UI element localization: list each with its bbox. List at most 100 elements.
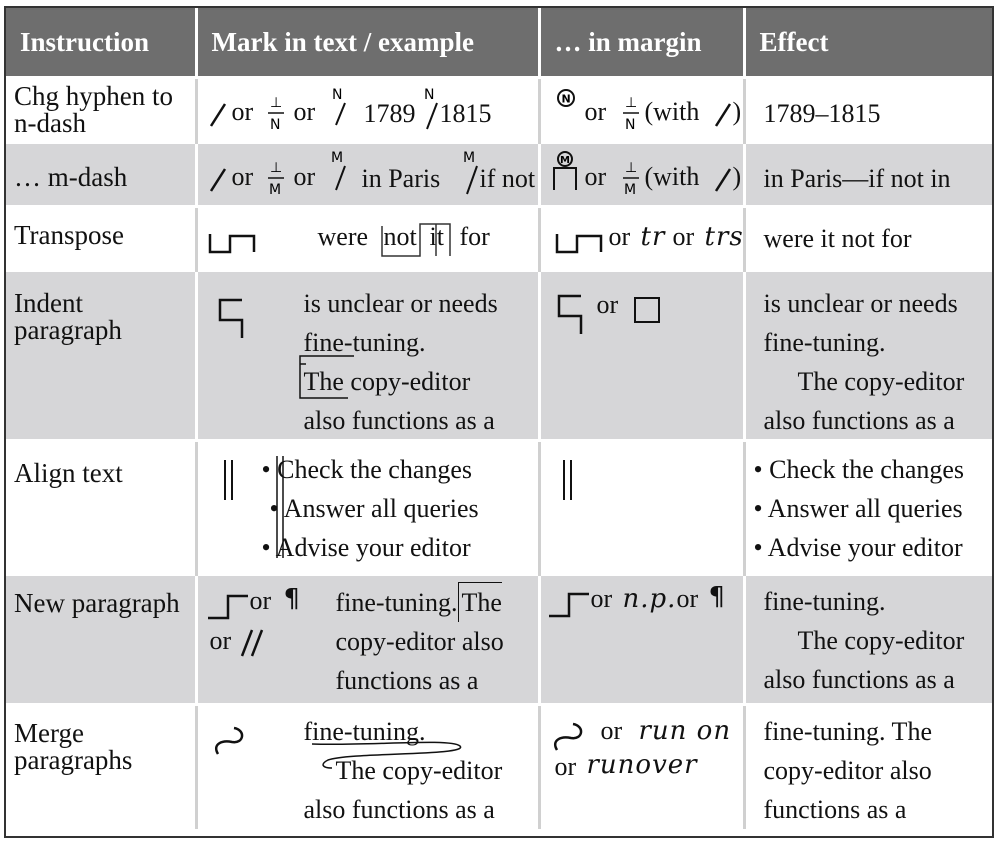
instruction-cell: Indent paragraph xyxy=(6,269,198,441)
align-mark-icon xyxy=(223,460,233,500)
svg-text:⊥: ⊥ xyxy=(625,95,637,111)
effect-cell: in Paris—if not in xyxy=(744,141,992,207)
table-row: Merge paragraphs fine-tuning. The copy-e… xyxy=(6,703,992,829)
mark-cell: were not it for xyxy=(196,205,541,271)
effect-cell: is unclear or needs fine-tuning. The cop… xyxy=(744,269,992,441)
or-label: or xyxy=(600,716,623,745)
margin-cell: M or ⊥ M (with ) xyxy=(539,141,746,207)
close-paren: ) xyxy=(732,97,742,126)
or-label: or xyxy=(249,586,272,615)
svg-text:N: N xyxy=(625,117,635,133)
table-row: New paragraph or ¶ or fine-tuning. The co… xyxy=(6,573,992,705)
svg-text:N: N xyxy=(332,87,342,103)
example-line: also functions as a xyxy=(303,795,495,824)
svg-text:⊥: ⊥ xyxy=(270,160,282,176)
runover-abbrev: runover xyxy=(586,750,698,780)
header-mark: Mark in text / example xyxy=(196,8,541,78)
dash-correction-mark-icon: N xyxy=(424,87,438,130)
mark-cell: or ⊥ N or N 1789 N 1815 xyxy=(196,76,541,143)
svg-text:M: M xyxy=(624,182,636,198)
instruction-cell: Align text xyxy=(6,439,198,575)
effect-line: is unclear or needs xyxy=(763,289,958,318)
effect-line: • Advise your editor xyxy=(753,533,963,562)
example-word: for xyxy=(459,222,490,251)
example-end: 1815 xyxy=(439,99,492,128)
table-row: Transpose were not it for or tr or trs w… xyxy=(6,205,992,271)
run-on-mark-icon xyxy=(553,722,582,751)
slash-mark-icon xyxy=(209,103,226,127)
effect-line: also functions as a xyxy=(763,406,955,435)
align-lines-in-text-icon xyxy=(275,456,284,558)
mark-cell: • Check the changes • Answer all queries… xyxy=(196,439,541,575)
indent-mark-icon xyxy=(557,294,582,334)
instruction-cell: Merge paragraphs xyxy=(6,703,198,829)
table-row: Align text • Check the changes • Answer … xyxy=(6,439,992,575)
instruction-cell: Chg hyphen to n-dash xyxy=(6,76,198,143)
close-paren: ) xyxy=(732,162,742,191)
svg-text:M: M xyxy=(331,150,343,166)
or-label: or xyxy=(293,97,316,126)
example-line: copy-editor also xyxy=(335,627,504,656)
effect-line: The copy-editor xyxy=(797,367,965,396)
example-text: fine-tuning. The copy-editor also functio… xyxy=(336,582,504,700)
svg-text:N: N xyxy=(270,117,280,133)
example-text: • Check the changes • Answer all queries… xyxy=(262,450,479,567)
example-start: in Paris xyxy=(361,164,441,193)
instruction-cell: New paragraph xyxy=(6,573,198,705)
or-label: or xyxy=(676,584,699,613)
new-paragraph-mark-icon xyxy=(207,594,248,620)
header-instruction: Instruction xyxy=(6,8,198,78)
svg-text:M: M xyxy=(269,182,281,198)
example-line: also functions as a xyxy=(303,406,495,435)
mark-cell: or ¶ or fine-tuning. The copy-editor also… xyxy=(196,573,541,705)
effect-line: fine-tuning. xyxy=(763,328,886,357)
instruction-cell: Transpose xyxy=(6,205,198,271)
example-line: fine-tuning. The xyxy=(336,582,504,622)
margin-cell: or run on or runover xyxy=(539,703,746,829)
table-row: Chg hyphen to n-dash or ⊥ N or N 1789 N 1… xyxy=(6,76,992,143)
new-paragraph-mark-icon xyxy=(548,592,589,618)
slash-mark-icon xyxy=(714,103,731,127)
double-slash-icon xyxy=(240,629,263,657)
m-over-slash-mark-icon: M xyxy=(331,150,346,191)
svg-text:N: N xyxy=(424,87,434,103)
or-label: or xyxy=(672,222,695,251)
trs-abbrev: trs xyxy=(704,222,744,252)
effect-line: also functions as a xyxy=(763,665,955,694)
svg-text:N: N xyxy=(561,93,570,106)
n-over-slash-mark-icon: N xyxy=(332,87,346,126)
proof-marks-table: Instruction Mark in text / example … in … xyxy=(6,8,992,829)
effect-cell: fine-tuning. The copy-editor also functi… xyxy=(744,573,992,705)
or-label: or xyxy=(293,162,316,191)
effect-line: functions as a xyxy=(763,795,907,824)
with-label: (with xyxy=(644,162,700,191)
circled-m-icon: M xyxy=(552,151,577,190)
dash-correction-mark-icon: M xyxy=(463,150,478,195)
or-label: or xyxy=(608,222,631,251)
example-line: • Check the changes xyxy=(261,455,473,484)
run-on-connector-icon xyxy=(311,741,461,769)
margin-cell: or xyxy=(539,269,746,441)
effect-text: were it not for xyxy=(763,224,912,253)
effect-line: • Answer all queries xyxy=(753,494,963,523)
example-end: if not xyxy=(479,164,536,193)
proof-marks-table-frame: Instruction Mark in text / example … in … xyxy=(4,6,994,838)
margin-cell xyxy=(539,439,746,575)
slash-mark-icon xyxy=(209,168,226,192)
with-label: (with xyxy=(644,97,700,126)
example-line: functions as a xyxy=(335,666,479,695)
transpose-mark-icon xyxy=(208,234,255,254)
np-abbrev: n.p. xyxy=(622,584,677,614)
run-on-mark-icon xyxy=(214,726,243,755)
or-label: or xyxy=(231,97,254,126)
or-label: or xyxy=(209,626,232,655)
effect-cell: were it not for xyxy=(744,205,992,271)
svg-text:M: M xyxy=(463,150,475,166)
transpose-mark-icon xyxy=(555,234,602,254)
effect-text: • Check the changes • Answer all queries… xyxy=(754,450,965,567)
or-label: or xyxy=(590,584,613,613)
header-margin: … in margin xyxy=(539,8,746,78)
example-line: is unclear or needs xyxy=(303,289,498,318)
effect-cell: • Check the changes • Answer all queries… xyxy=(744,439,992,575)
square-indent-icon xyxy=(633,297,660,323)
